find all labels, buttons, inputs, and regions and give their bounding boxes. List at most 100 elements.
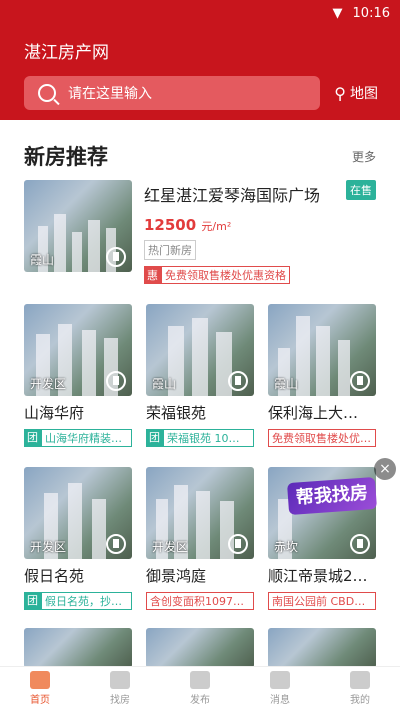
tab-label: 消息 <box>270 695 290 706</box>
price-unit: 元/m² <box>201 220 232 233</box>
building-shape <box>72 232 82 272</box>
user-icon <box>350 671 370 689</box>
building-shape <box>316 326 330 396</box>
group-badge: 团 <box>24 592 41 610</box>
listing-card[interactable] <box>146 628 254 668</box>
tab-messages[interactable]: 消息 <box>240 667 320 710</box>
listing-card[interactable] <box>24 628 132 668</box>
area-label: 赤坎 <box>274 540 299 554</box>
listing-name: 假日名苑 <box>24 567 85 585</box>
listing-card[interactable]: 霞山 荣福银苑 团 荣福银苑 10套… <box>146 304 254 447</box>
promo-tag: 团 假日名苑，抄… <box>24 592 132 610</box>
listing-card[interactable]: 开发区 山海华府 团 山海华府精装… <box>24 304 132 447</box>
bottom-tab-bar: 首页 找房 发布 消息 我的 <box>0 666 400 710</box>
promo-text: 含创变面积10975… <box>146 592 254 610</box>
status-bar: ▼ 10:16 <box>0 0 400 26</box>
area-label: 开发区 <box>30 377 67 391</box>
area-label: 霞山 <box>274 377 299 391</box>
building-shape <box>338 340 350 396</box>
search-row: 请在这里输入 ⚲ 地图 <box>24 76 378 110</box>
group-badge: 团 <box>146 429 163 447</box>
search-icon <box>38 84 56 102</box>
area-label: 霞山 <box>30 253 55 267</box>
listing-image: 霞山 <box>268 304 376 396</box>
tab-find-house[interactable]: 找房 <box>80 667 160 710</box>
tab-publish[interactable]: 发布 <box>160 667 240 710</box>
listing-card[interactable]: 开发区 假日名苑 团 假日名苑，抄… <box>24 467 132 610</box>
tab-label: 找房 <box>110 695 130 706</box>
header: 湛江房产网 请在这里输入 ⚲ 地图 <box>0 26 400 120</box>
promo-tag: 南国公园前 CBD商… <box>268 592 376 610</box>
tab-label: 发布 <box>190 695 210 706</box>
promo-tag: 惠 免费领取售楼处优惠资格 <box>144 266 376 284</box>
listing-name: 保利海上大… <box>268 404 359 422</box>
listing-image: 霞山 <box>146 304 254 396</box>
building-shape <box>88 220 100 272</box>
area-label: 开发区 <box>152 540 189 554</box>
close-icon[interactable]: × <box>374 458 396 480</box>
video-icon[interactable] <box>228 371 248 391</box>
video-icon[interactable] <box>106 371 126 391</box>
listing-image: 开发区 <box>24 304 132 396</box>
home-icon <box>30 671 50 689</box>
listing-row <box>0 628 400 668</box>
listing-image <box>268 628 376 668</box>
featured-image: 霞山 <box>24 180 132 272</box>
video-icon[interactable] <box>350 371 370 391</box>
map-button[interactable]: ⚲ 地图 <box>334 83 378 103</box>
hot-tag: 热门新房 <box>144 240 196 260</box>
find-house-ad[interactable]: 帮我找房 <box>286 468 378 538</box>
promo-text: 假日名苑，抄… <box>41 592 132 610</box>
area-label: 开发区 <box>30 540 67 554</box>
price-value: 12500 <box>144 216 197 234</box>
building-shape <box>54 214 66 272</box>
status-time: 10:16 <box>352 5 390 21</box>
promo-text: 荣福银苑 10套… <box>163 429 254 447</box>
promo-tag: 团 山海华府精装… <box>24 429 132 447</box>
tab-label: 首页 <box>30 695 50 706</box>
promo-tag: 团 荣福银苑 10套… <box>146 429 254 447</box>
group-badge: 团 <box>24 429 41 447</box>
find-house-ad-text: 帮我找房 <box>286 476 378 516</box>
tab-home[interactable]: 首页 <box>0 667 80 710</box>
listing-image: 开发区 <box>146 467 254 559</box>
promo-tag: 含创变面积10975… <box>146 592 254 610</box>
promo-badge: 惠 <box>144 266 161 284</box>
building-icon <box>110 671 130 689</box>
listing-card[interactable] <box>268 628 376 668</box>
featured-listing[interactable]: 霞山 红星湛江爱琴海国际广场 在售 12500 元/m² 热门新房 惠 免费领取… <box>0 176 400 286</box>
building-shape <box>192 318 208 396</box>
listing-image <box>24 628 132 668</box>
building-shape <box>92 499 106 559</box>
tab-label: 我的 <box>350 695 370 706</box>
location-pin-icon: ⚲ <box>334 83 346 103</box>
promo-text: 山海华府精装… <box>41 429 132 447</box>
listing-name: 山海华府 <box>24 404 85 422</box>
building-shape <box>296 316 310 396</box>
featured-info: 红星湛江爱琴海国际广场 在售 12500 元/m² 热门新房 惠 免费领取售楼处… <box>132 180 376 286</box>
app-title: 湛江房产网 <box>24 43 109 63</box>
search-input[interactable]: 请在这里输入 <box>24 76 321 110</box>
listing-card[interactable]: 霞山 保利海上大… 免费领取售楼处优… <box>268 304 376 447</box>
video-icon[interactable] <box>106 534 126 554</box>
section-header: 新房推荐 更多 <box>0 120 400 176</box>
price: 12500 元/m² <box>144 216 376 234</box>
area-label: 霞山 <box>152 377 177 391</box>
building-shape <box>82 330 96 396</box>
promo-tag: 免费领取售楼处优… <box>268 429 376 447</box>
listing-row: 开发区 山海华府 团 山海华府精装… 霞山 荣福银苑 团 荣福银苑 10套… 霞… <box>0 304 400 447</box>
listing-card[interactable]: 开发区 御景鸿庭 含创变面积10975… <box>146 467 254 610</box>
section-title: 新房推荐 <box>24 145 108 169</box>
listing-name: 荣福银苑 <box>146 404 207 422</box>
more-link[interactable]: 更多 <box>352 148 376 165</box>
listing-name: 红星湛江爱琴海国际广场 <box>144 186 321 205</box>
building-shape <box>196 491 210 559</box>
video-icon[interactable] <box>228 534 248 554</box>
listing-name: 顺江帝景城2… <box>268 567 368 585</box>
tab-profile[interactable]: 我的 <box>320 667 400 710</box>
video-icon[interactable] <box>106 247 126 267</box>
building-shape <box>68 483 82 559</box>
listing-name: 御景鸿庭 <box>146 567 207 585</box>
publish-icon <box>190 671 210 689</box>
promo-text: 免费领取售楼处优惠资格 <box>161 266 290 284</box>
